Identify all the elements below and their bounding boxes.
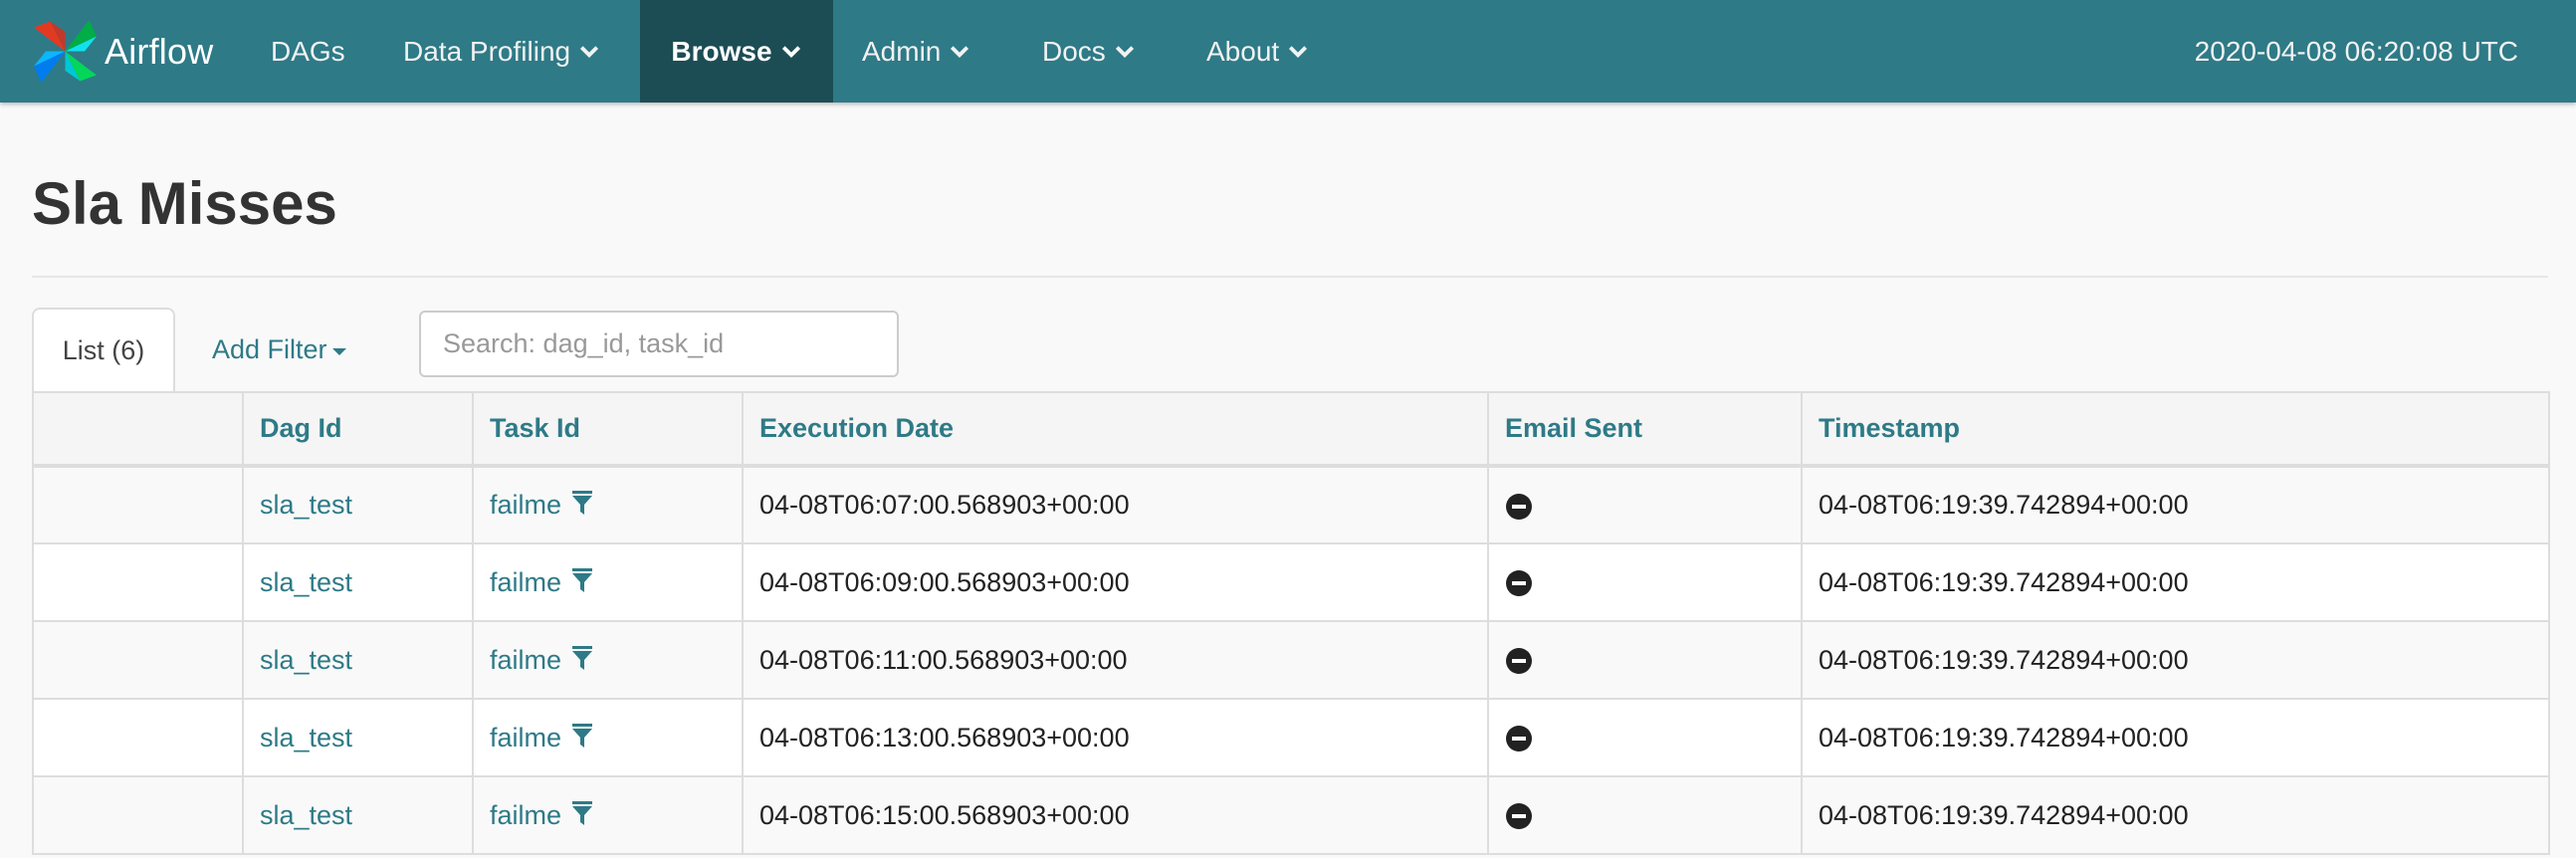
timestamp-cell: 04-08T06:19:39.742894+00:00 xyxy=(1801,542,2550,622)
column-header-execution-date[interactable]: Execution Date xyxy=(742,391,1489,468)
filter-icon[interactable] xyxy=(571,645,593,671)
email-sent-cell xyxy=(1487,698,1803,777)
column-header-email-sent[interactable]: Email Sent xyxy=(1487,391,1803,468)
email-sent-cell xyxy=(1487,465,1803,544)
server-clock: 2020-04-08 06:20:08 UTC xyxy=(2194,35,2518,67)
dag-id-link[interactable]: sla_test xyxy=(260,645,352,675)
task-id-link[interactable]: failme xyxy=(490,723,561,752)
minus-circle-icon xyxy=(1506,648,1532,675)
dag-id-link[interactable]: sla_test xyxy=(260,490,352,520)
tab-list-label: List (6) xyxy=(62,334,145,365)
page-title: Sla Misses xyxy=(32,170,337,237)
execution-date-cell: 04-08T06:15:00.568903+00:00 xyxy=(742,775,1489,855)
nav-docs[interactable]: Docs xyxy=(1042,0,1136,103)
row-actions-cell xyxy=(32,542,244,622)
timestamp-cell: 04-08T06:19:39.742894+00:00 xyxy=(1801,698,2550,777)
chevron-down-icon xyxy=(580,45,599,58)
nav-about-label: About xyxy=(1206,35,1280,67)
nav-about[interactable]: About xyxy=(1206,0,1309,103)
table-row: sla_test failme 04-08T06:13:00.568903+00… xyxy=(32,698,2550,777)
timestamp-cell: 04-08T06:19:39.742894+00:00 xyxy=(1801,775,2550,855)
minus-circle-icon xyxy=(1506,726,1532,752)
search-input[interactable] xyxy=(419,311,899,377)
row-actions-cell xyxy=(32,698,244,777)
row-actions-cell xyxy=(32,775,244,855)
filter-icon[interactable] xyxy=(571,723,593,749)
nav-dags[interactable]: DAGs xyxy=(271,0,345,103)
filter-icon[interactable] xyxy=(571,800,593,826)
task-id-link[interactable]: failme xyxy=(490,645,561,675)
chevron-down-icon xyxy=(781,45,800,58)
nav-dags-label: DAGs xyxy=(271,35,345,67)
filter-icon[interactable] xyxy=(571,567,593,593)
dag-id-link[interactable]: sla_test xyxy=(260,567,352,597)
table-row: sla_test failme 04-08T06:15:00.568903+00… xyxy=(32,775,2550,855)
email-sent-cell xyxy=(1487,775,1803,855)
column-header-actions xyxy=(32,391,244,468)
row-actions-cell xyxy=(32,465,244,544)
task-id-link[interactable]: failme xyxy=(490,490,561,520)
filter-icon[interactable] xyxy=(571,490,593,516)
execution-date-cell: 04-08T06:13:00.568903+00:00 xyxy=(742,698,1489,777)
brand-link[interactable]: Airflow xyxy=(28,14,213,89)
top-navbar: Airflow DAGs Data Profiling Browse Admin… xyxy=(0,0,2576,103)
nav-browse[interactable]: Browse xyxy=(640,0,833,103)
table-header-row: Dag Id Task Id Execution Date Email Sent… xyxy=(32,391,2550,468)
chevron-down-icon xyxy=(951,45,969,58)
email-sent-cell xyxy=(1487,542,1803,622)
caret-down-icon xyxy=(331,347,346,355)
minus-circle-icon xyxy=(1506,570,1532,597)
timestamp-cell: 04-08T06:19:39.742894+00:00 xyxy=(1801,465,2550,544)
column-header-task-id[interactable]: Task Id xyxy=(472,391,744,468)
column-header-dag-id[interactable]: Dag Id xyxy=(242,391,474,468)
minus-circle-icon xyxy=(1506,803,1532,830)
dag-id-link[interactable]: sla_test xyxy=(260,800,352,830)
sla-misses-table: Dag Id Task Id Execution Date Email Sent… xyxy=(32,391,2550,855)
brand-name: Airflow xyxy=(105,30,214,72)
execution-date-cell: 04-08T06:07:00.568903+00:00 xyxy=(742,465,1489,544)
timestamp-cell: 04-08T06:19:39.742894+00:00 xyxy=(1801,620,2550,700)
nav-data-profiling-label: Data Profiling xyxy=(403,35,571,67)
row-actions-cell xyxy=(32,620,244,700)
minus-circle-icon xyxy=(1506,493,1532,520)
column-header-timestamp[interactable]: Timestamp xyxy=(1801,391,2550,468)
nav-browse-label: Browse xyxy=(671,35,772,67)
nav-admin[interactable]: Admin xyxy=(862,0,970,103)
chevron-down-icon xyxy=(1289,45,1308,58)
table-row: sla_test failme 04-08T06:07:00.568903+00… xyxy=(32,465,2550,544)
dag-id-link[interactable]: sla_test xyxy=(260,723,352,752)
table-row: sla_test failme 04-08T06:11:00.568903+00… xyxy=(32,620,2550,700)
execution-date-cell: 04-08T06:09:00.568903+00:00 xyxy=(742,542,1489,622)
table-row: sla_test failme 04-08T06:09:00.568903+00… xyxy=(32,542,2550,622)
chevron-down-icon xyxy=(1115,45,1134,58)
execution-date-cell: 04-08T06:11:00.568903+00:00 xyxy=(742,620,1489,700)
add-filter-dropdown[interactable]: Add Filter xyxy=(212,308,346,391)
nav-admin-label: Admin xyxy=(862,35,942,67)
task-id-link[interactable]: failme xyxy=(490,800,561,830)
nav-docs-label: Docs xyxy=(1042,35,1106,67)
add-filter-label: Add Filter xyxy=(212,333,327,364)
tab-list[interactable]: List (6) xyxy=(32,308,175,391)
title-divider xyxy=(32,276,2548,278)
email-sent-cell xyxy=(1487,620,1803,700)
nav-data-profiling[interactable]: Data Profiling xyxy=(403,0,600,103)
airflow-logo-icon xyxy=(34,20,97,83)
task-id-link[interactable]: failme xyxy=(490,567,561,597)
